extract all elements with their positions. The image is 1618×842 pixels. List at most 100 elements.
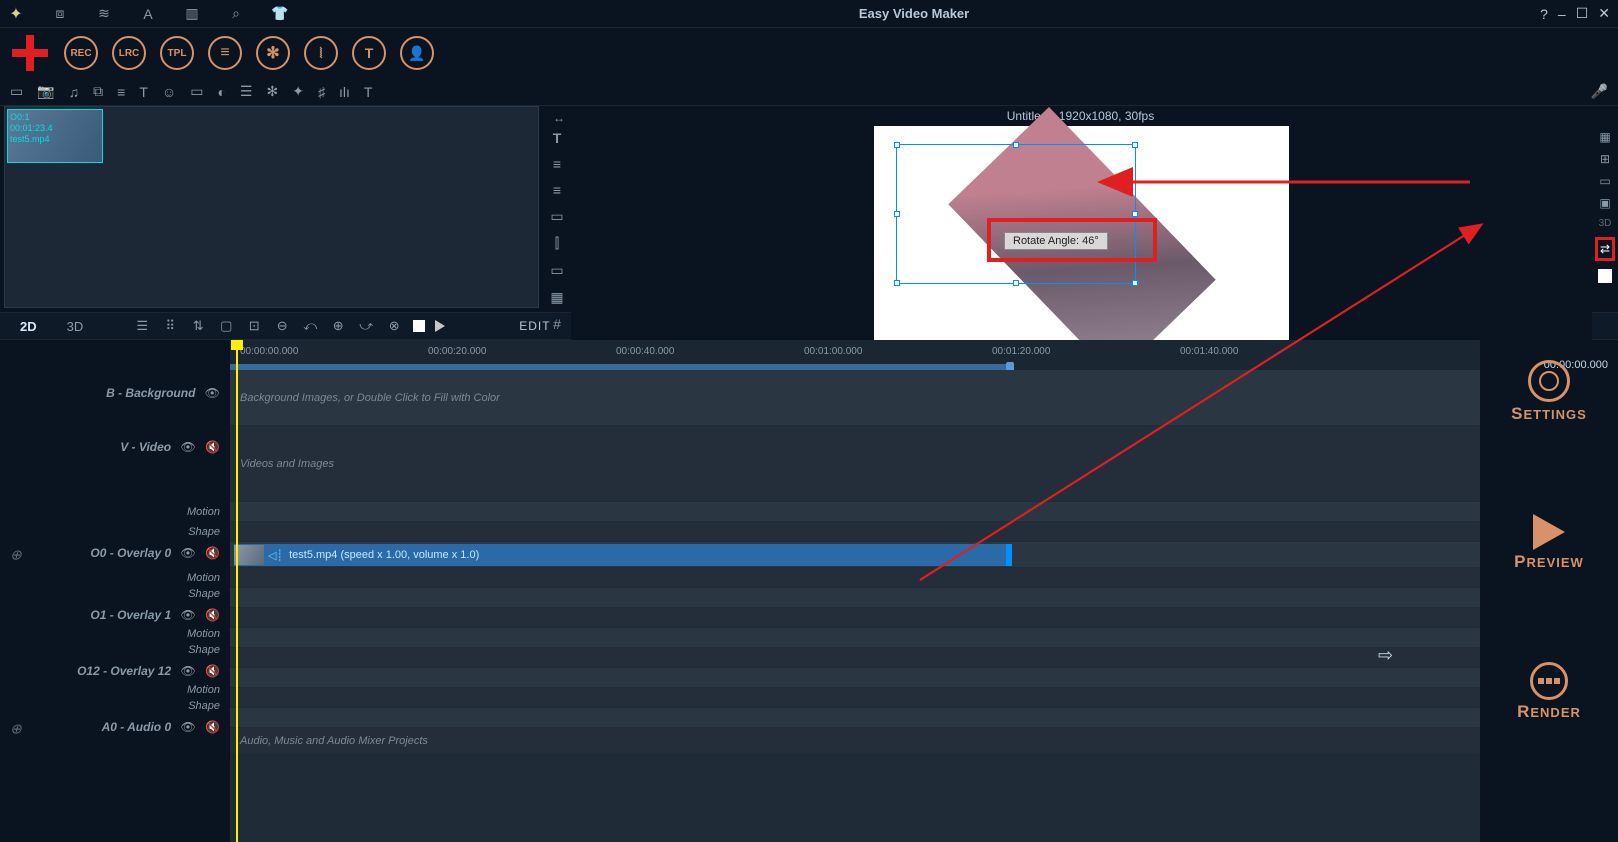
tool-icon[interactable]: ▢ xyxy=(217,318,235,334)
tb2-icon[interactable]: ▭ xyxy=(190,83,203,100)
visibility-icon[interactable]: 👁 xyxy=(180,664,195,678)
tool-icon[interactable]: □ xyxy=(1598,269,1612,283)
effects-button[interactable]: ✻ xyxy=(256,36,290,70)
tool-icon[interactable]: ▣ xyxy=(1599,196,1610,210)
tool-icon[interactable]: ≡ xyxy=(553,156,561,172)
track-o0[interactable]: ◁┊ test5.mp4 (speed x 1.00, volume x 1.0… xyxy=(230,542,1480,568)
tool-icon[interactable]: ⊖ xyxy=(273,318,291,334)
user-button[interactable]: 👤 xyxy=(400,36,434,70)
text-button[interactable]: T xyxy=(352,36,386,70)
tool-icon[interactable]: ▭ xyxy=(550,208,563,225)
add-track-icon[interactable]: ⊕ xyxy=(10,721,22,738)
timeline-ruler[interactable]: 00:00:00.000 00:00:20.000 00:00:40.000 0… xyxy=(230,340,1480,370)
media-bin[interactable]: O0:1 00:01:23.4 test5.mp4 xyxy=(4,106,539,308)
tb2-icon[interactable]: ☰ xyxy=(240,83,253,100)
add-track-icon[interactable]: ⊕ xyxy=(10,547,22,564)
search-icon[interactable]: ⌕ xyxy=(228,6,244,22)
visibility-icon[interactable]: 👁 xyxy=(180,440,195,454)
eq-icon[interactable]: ılı xyxy=(339,84,350,100)
tb2-icon[interactable]: ⧉ xyxy=(93,83,103,100)
media-clip[interactable]: O0:1 00:01:23.4 test5.mp4 xyxy=(7,109,103,163)
timeline-clip[interactable]: ◁┊ test5.mp4 (speed x 1.00, volume x 1.0… xyxy=(234,544,1012,566)
text-icon2[interactable]: T xyxy=(364,84,373,100)
track-o1-shape[interactable] xyxy=(230,648,1480,668)
selection-box[interactable] xyxy=(896,144,1136,284)
track-o12-shape[interactable] xyxy=(230,708,1480,728)
tb2-icon[interactable]: ✦ xyxy=(292,83,304,100)
add-media-button[interactable] xyxy=(10,33,50,73)
tool-icon[interactable]: ▭ xyxy=(1599,174,1610,188)
tb2-icon[interactable]: ◐ xyxy=(217,84,225,100)
visibility-icon[interactable]: 👁 xyxy=(205,386,220,400)
text-icon[interactable]: T xyxy=(139,84,148,100)
grid-icon[interactable]: # xyxy=(553,316,561,332)
track-o12-motion[interactable] xyxy=(230,688,1480,708)
camera-icon[interactable]: 📷 xyxy=(37,83,54,100)
top-icon-3[interactable]: A xyxy=(140,6,156,22)
rotate-tool-icon[interactable]: ⇄ xyxy=(1595,237,1615,261)
mute-icon[interactable]: 🔇 xyxy=(205,546,220,560)
tool-icon[interactable]: ⇅ xyxy=(189,318,207,334)
tool-icon[interactable]: ⫿ xyxy=(555,235,559,252)
stop-button[interactable] xyxy=(413,320,425,332)
tb2-icon[interactable]: ✻ xyxy=(266,83,278,100)
tool-icon[interactable]: ⊞ xyxy=(1600,152,1610,166)
audio-button[interactable]: ⦚ xyxy=(304,36,338,70)
mute-icon[interactable]: 🔇 xyxy=(205,664,220,678)
mic-icon[interactable]: 🎤 xyxy=(1591,83,1608,100)
tool-icon[interactable]: ☰ xyxy=(133,318,151,334)
render-button[interactable]: RENDER xyxy=(1517,662,1581,722)
track-o1[interactable] xyxy=(230,608,1480,628)
emoji-icon[interactable]: ☺ xyxy=(162,84,176,100)
track-o12[interactable] xyxy=(230,668,1480,688)
track-video[interactable]: Videos and Images xyxy=(230,426,1480,502)
music-icon[interactable]: ♫ xyxy=(69,84,80,100)
minimize-button[interactable]: – xyxy=(1558,6,1566,22)
tab-2d[interactable]: 2D xyxy=(10,317,47,336)
top-icon-2[interactable]: ≋ xyxy=(96,6,112,22)
tool-icon[interactable]: ≡ xyxy=(553,182,561,198)
tool-icon[interactable]: ▭ xyxy=(550,262,563,279)
close-button[interactable]: ✕ xyxy=(1598,5,1610,22)
expand-icon[interactable]: ⇨ xyxy=(1378,645,1393,666)
help-button[interactable]: ? xyxy=(1540,6,1548,22)
visibility-icon[interactable]: 👁 xyxy=(180,720,195,734)
resize-handle-icon[interactable]: ↔ xyxy=(553,108,565,128)
top-icon-1[interactable]: ⧈ xyxy=(52,6,68,22)
tool-icon[interactable]: ⊗ xyxy=(385,318,403,334)
preview-button[interactable]: PREVIEW xyxy=(1514,514,1584,572)
3d-icon[interactable]: 3D xyxy=(1599,218,1612,229)
tool-icon[interactable]: ▦ xyxy=(550,289,563,306)
list-button[interactable]: ≡ xyxy=(208,36,242,70)
tool-icon[interactable]: ⤻ xyxy=(357,318,375,334)
track-shape[interactable] xyxy=(230,522,1480,542)
track-motion[interactable] xyxy=(230,502,1480,522)
tool-icon[interactable]: ⤺ xyxy=(301,318,319,334)
rec-button[interactable]: REC xyxy=(64,36,98,70)
tpl-button[interactable]: TPL xyxy=(160,36,194,70)
tb2-icon[interactable]: ≡ xyxy=(117,84,125,100)
tool-icon[interactable]: ▦ xyxy=(1599,130,1610,144)
track-o1-motion[interactable] xyxy=(230,628,1480,648)
mute-icon[interactable]: 🔇 xyxy=(205,608,220,622)
maximize-button[interactable]: ☐ xyxy=(1576,5,1589,22)
mute-icon[interactable]: 🔇 xyxy=(205,720,220,734)
preview-canvas[interactable]: Rotate Angle: 46° xyxy=(571,126,1592,358)
visibility-icon[interactable]: 👁 xyxy=(180,546,195,560)
tool-icon[interactable]: ⊕ xyxy=(329,318,347,334)
lrc-button[interactable]: LRC xyxy=(112,36,146,70)
visibility-icon[interactable]: 👁 xyxy=(180,608,195,622)
playhead[interactable] xyxy=(236,340,238,842)
track-a0[interactable]: Audio, Music and Audio Mixer Projects xyxy=(230,728,1480,754)
top-icon-6[interactable]: 👕 xyxy=(272,6,288,22)
track-bg[interactable]: Background Images, or Double Click to Fi… xyxy=(230,370,1480,426)
track-o0-motion[interactable] xyxy=(230,568,1480,588)
timeline-tracks[interactable]: 00:00:00.000 00:00:20.000 00:00:40.000 0… xyxy=(230,340,1480,842)
top-icon-4[interactable]: ▥ xyxy=(184,6,200,22)
play-button[interactable] xyxy=(435,320,445,332)
text-tool-icon[interactable]: T xyxy=(553,130,562,146)
track-o0-shape[interactable] xyxy=(230,588,1480,608)
mute-icon[interactable]: 🔇 xyxy=(205,440,220,454)
tb2-icon[interactable]: ▭ xyxy=(10,83,23,100)
tab-3d[interactable]: 3D xyxy=(57,317,94,336)
